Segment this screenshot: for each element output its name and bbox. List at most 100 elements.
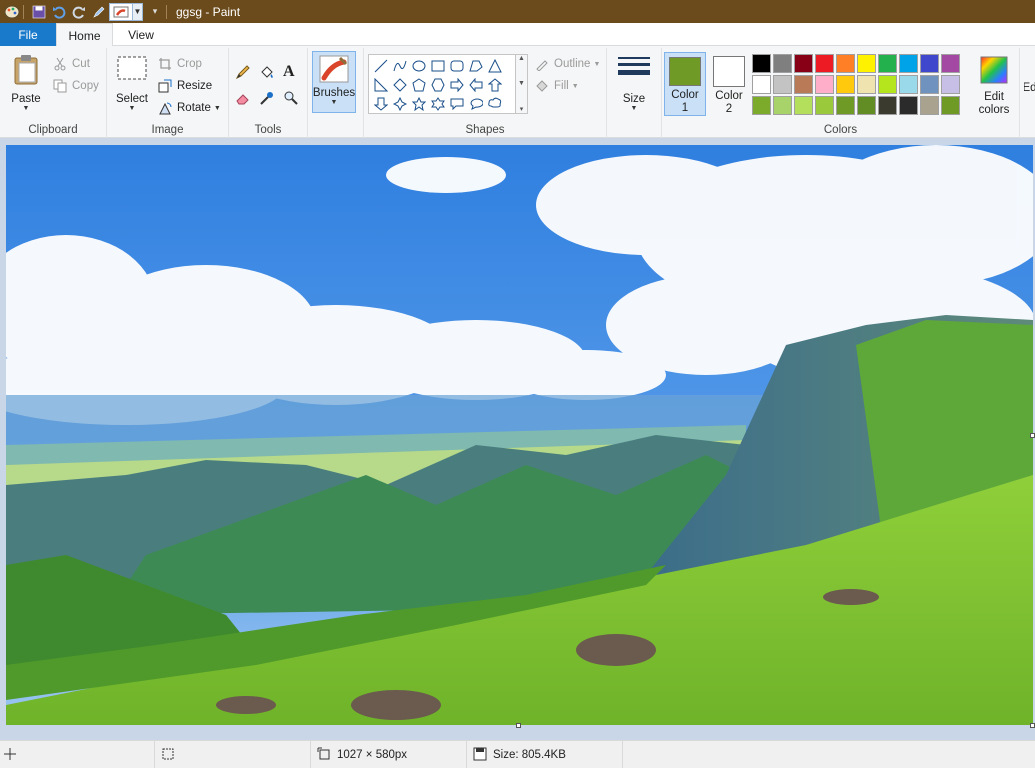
palette-swatch[interactable]	[920, 54, 939, 73]
edit-with-paint3d-button[interactable]: Ed	[1024, 82, 1035, 94]
undo-icon[interactable]	[51, 4, 67, 20]
palette-swatch[interactable]	[815, 96, 834, 115]
color2-button[interactable]: Color 2	[710, 52, 748, 116]
edit-colors-label-2: colors	[978, 104, 1010, 116]
four-point-star-icon[interactable]	[390, 94, 409, 113]
palette-swatch[interactable]	[773, 96, 792, 115]
palette-swatch[interactable]	[857, 75, 876, 94]
six-point-star-icon[interactable]	[428, 94, 447, 113]
magnifier-icon[interactable]	[283, 88, 299, 108]
palette-swatch[interactable]	[794, 75, 813, 94]
resize-label: Resize	[177, 80, 213, 92]
save-icon[interactable]	[31, 4, 47, 20]
palette-swatch[interactable]	[794, 54, 813, 73]
pencil-icon[interactable]	[91, 4, 107, 20]
right-triangle-shape-icon[interactable]	[371, 75, 390, 94]
diamond-shape-icon[interactable]	[390, 75, 409, 94]
resize-button[interactable]: Resize	[157, 76, 212, 96]
outline-button[interactable]: Outline ▼	[534, 54, 600, 74]
rectangle-shape-icon[interactable]	[428, 56, 447, 75]
palette-swatch[interactable]	[878, 75, 897, 94]
size-button[interactable]: Size ▼	[615, 54, 653, 112]
palette-swatch[interactable]	[815, 54, 834, 73]
five-point-star-icon[interactable]	[409, 94, 428, 113]
redo-icon[interactable]	[71, 4, 87, 20]
polygon-shape-icon[interactable]	[466, 56, 485, 75]
rect-callout-icon[interactable]	[447, 94, 466, 113]
cloud-callout-icon[interactable]	[485, 94, 504, 113]
palette-swatch[interactable]	[899, 75, 918, 94]
colors-group: Color 1 Color 2 Edit colors Colors	[662, 48, 1020, 138]
palette-swatch[interactable]	[920, 96, 939, 115]
copy-icon	[52, 78, 68, 94]
palette-swatch[interactable]	[815, 75, 834, 94]
pencil-tool-icon[interactable]	[235, 62, 251, 82]
palette-swatch[interactable]	[794, 96, 813, 115]
paint-app-icon[interactable]	[4, 4, 20, 20]
copy-button[interactable]: Copy	[52, 76, 99, 96]
customize-toolbar-icon[interactable]: ▾	[147, 4, 163, 20]
status-bar: 1027 × 580px Size: 805.4KB	[0, 740, 1035, 768]
file-size: Size: 805.4KB	[467, 741, 623, 768]
quick-access-dropdown[interactable]: ▼	[133, 2, 143, 21]
oval-shape-icon[interactable]	[409, 56, 428, 75]
palette-swatch[interactable]	[941, 96, 960, 115]
oval-callout-icon[interactable]	[466, 94, 485, 113]
palette-swatch[interactable]	[878, 96, 897, 115]
crop-button[interactable]: Crop	[157, 54, 202, 74]
palette-swatch[interactable]	[878, 54, 897, 73]
palette-swatch[interactable]	[836, 75, 855, 94]
chevron-down-icon[interactable]: ▼	[518, 80, 525, 87]
palette-swatch[interactable]	[752, 75, 771, 94]
palette-swatch[interactable]	[941, 75, 960, 94]
color-picker-icon[interactable]	[259, 88, 275, 108]
resize-handle-bottom[interactable]	[516, 723, 521, 728]
cut-label: Cut	[72, 58, 90, 70]
brush-icon	[318, 54, 350, 87]
palette-swatch[interactable]	[773, 54, 792, 73]
fill-button[interactable]: Fill ▼	[534, 76, 579, 96]
gallery-expand-icon[interactable]: ▾	[520, 105, 524, 113]
line-shape-icon[interactable]	[371, 56, 390, 75]
color1-button[interactable]: Color 1	[664, 52, 706, 116]
rotate-button[interactable]: Rotate ▼	[157, 98, 221, 118]
palette-swatch[interactable]	[836, 54, 855, 73]
edit-colors-button[interactable]: Edit colors	[974, 52, 1014, 117]
triangle-shape-icon[interactable]	[485, 56, 504, 75]
palette-swatch[interactable]	[899, 96, 918, 115]
palette-swatch[interactable]	[857, 96, 876, 115]
eraser-icon[interactable]	[235, 88, 251, 108]
palette-swatch[interactable]	[773, 75, 792, 94]
select-button[interactable]: Select ▼	[113, 54, 151, 112]
drawing-canvas[interactable]	[6, 145, 1033, 725]
palette-swatch[interactable]	[920, 75, 939, 94]
up-arrow-shape-icon[interactable]	[485, 75, 504, 94]
curve-shape-icon[interactable]	[390, 56, 409, 75]
palette-swatch[interactable]	[752, 96, 771, 115]
palette-swatch[interactable]	[857, 54, 876, 73]
tab-home[interactable]: Home	[56, 23, 113, 47]
resize-handle-right[interactable]	[1030, 433, 1035, 438]
tab-file[interactable]: File	[0, 23, 56, 46]
cut-button[interactable]: Cut	[52, 54, 90, 74]
palette-swatch[interactable]	[899, 54, 918, 73]
down-arrow-shape-icon[interactable]	[371, 94, 390, 113]
palette-swatch[interactable]	[752, 54, 771, 73]
chevron-up-icon[interactable]: ▲	[518, 55, 525, 62]
text-tool-icon[interactable]: A	[283, 62, 295, 82]
brush-quick-button[interactable]	[109, 2, 133, 21]
pentagon-shape-icon[interactable]	[409, 75, 428, 94]
color2-swatch	[713, 56, 745, 87]
resize-handle-corner[interactable]	[1030, 723, 1035, 728]
tab-view[interactable]: View	[117, 23, 165, 47]
fill-bucket-icon[interactable]	[259, 62, 275, 82]
hexagon-shape-icon[interactable]	[428, 75, 447, 94]
palette-swatch[interactable]	[941, 54, 960, 73]
shapes-scrollbar[interactable]: ▲ ▼ ▾	[516, 54, 528, 114]
right-arrow-shape-icon[interactable]	[447, 75, 466, 94]
left-arrow-shape-icon[interactable]	[466, 75, 485, 94]
rounded-rectangle-shape-icon[interactable]	[447, 56, 466, 75]
palette-swatch[interactable]	[836, 96, 855, 115]
paste-button[interactable]: Paste ▼	[6, 54, 46, 112]
brushes-button[interactable]: Brushes ▼	[312, 51, 356, 113]
